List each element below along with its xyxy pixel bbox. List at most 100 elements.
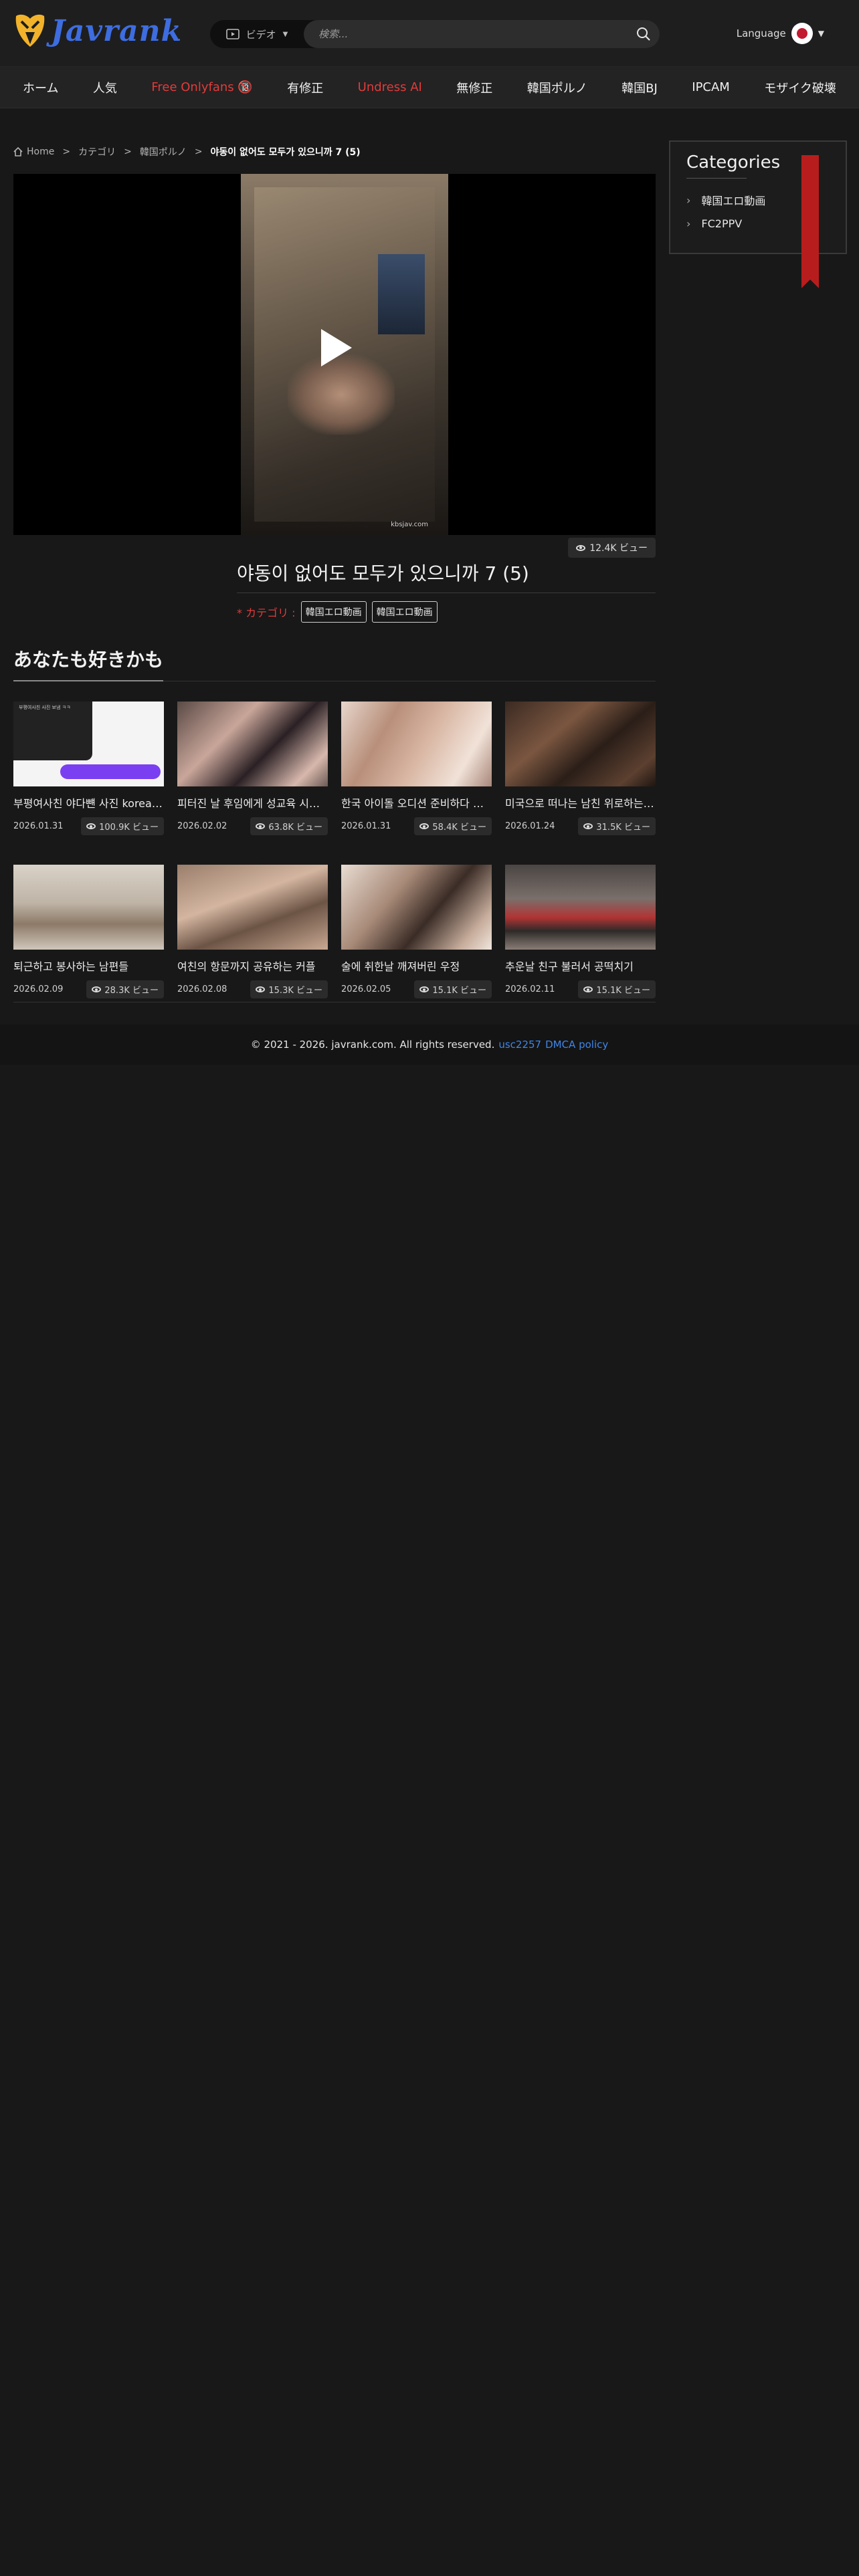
video-card-title[interactable]: 미국으로 떠나는 남친 위로하는 여친 [505,794,656,811]
video-card-views-badge: 100.9K ビュー [81,817,164,835]
home-icon [13,147,23,156]
eye-icon [583,986,593,992]
video-card-title[interactable]: 여친의 항문까지 공유하는 커플 [177,958,328,974]
sidebar-item-label: 韓国エロ動画 [701,195,766,207]
chevron-down-icon: ▼ [282,30,288,38]
video-card[interactable]: 미국으로 떠나는 남친 위로하는 여친 2026.01.24 31.5K ビュー [505,702,656,835]
eye-icon [419,986,430,992]
related-heading: あなたも好きかも [13,645,164,681]
video-card[interactable]: 추운날 친구 불러서 공떡치기 2026.02.11 15.1K ビュー [505,865,656,998]
breadcrumb-home[interactable]: Home [13,146,54,157]
logo-mask-icon [15,14,45,47]
nav-item-censored[interactable]: 有修正 [287,79,323,96]
video-card-date: 2026.02.02 [177,821,227,831]
video-thumbnail[interactable]: 부평여사친 사진 보냄 ㅋㅋ [13,702,164,786]
nav-item-korean-bj[interactable]: 韓国BJ [622,79,658,96]
video-card-views-badge: 15.1K ビュー [578,980,656,998]
video-card-date: 2026.02.09 [13,984,64,994]
video-card-views: 15.1K ビュー [432,986,486,996]
video-meta: 12.4K ビュー [13,538,656,562]
category-tag[interactable]: 韓国エロ動画 [371,601,438,623]
logo-text: Javrank [51,13,183,48]
breadcrumb-category[interactable]: カテゴリ [78,145,116,158]
play-icon[interactable] [321,329,352,366]
eye-icon [86,823,96,829]
video-card-views-badge: 28.3K ビュー [86,980,164,998]
video-card-title[interactable]: 술에 취한날 깨져버린 우정 [341,958,492,974]
eye-icon [256,823,266,829]
video-card-views-badge: 58.4K ビュー [414,817,492,835]
video-icon [225,29,240,39]
video-player[interactable]: kbsjav.com [13,174,656,535]
category-label: * カテゴリ : [237,607,296,619]
search-icon[interactable] [636,26,652,42]
video-title: 야동이 없어도 모두가 있으니까 7 (5) [237,562,529,584]
video-thumbnail[interactable] [505,702,656,786]
video-views: 12.4K ビュー [589,543,648,554]
video-card[interactable]: 술에 취한날 깨져버린 우정 2026.02.05 15.1K ビュー [341,865,492,998]
search-input[interactable] [304,20,660,48]
video-card-date: 2026.01.31 [13,821,64,831]
video-card[interactable]: 여친의 항문까지 공유하는 커플 2026.02.08 15.3K ビュー [177,865,328,998]
nav-item-free-onlyfans[interactable]: Free Onlyfans 🔞 [151,80,252,94]
ribbon-bookmark-icon [801,155,819,288]
video-card-meta: 2026.02.05 15.1K ビュー [341,980,492,998]
breadcrumb-subcategory[interactable]: 韓国ポルノ [140,145,187,158]
main-nav: ホーム 人気 Free Onlyfans 🔞 有修正 Undress AI 無修… [0,67,859,108]
nav-item-popular[interactable]: 人気 [93,79,117,96]
video-card-date: 2026.02.11 [505,984,555,994]
video-thumbnail[interactable] [341,865,492,950]
video-thumbnail[interactable] [177,865,328,950]
search-type-select[interactable]: ビデオ ▼ [210,20,304,48]
thumbnail-caption: 부평여사친 사진 보냄 ㅋㅋ [19,705,71,710]
video-card-meta: 2026.02.02 63.8K ビュー [177,817,328,835]
video-card-views: 31.5K ビュー [596,823,650,833]
video-card-date: 2026.01.24 [505,821,555,831]
video-watermark: kbsjav.com [391,521,428,528]
nav-item-korean-porn[interactable]: 韓国ポルノ [527,79,587,96]
video-thumbnail[interactable] [341,702,492,786]
video-card-views-badge: 15.1K ビュー [414,980,492,998]
video-thumbnail[interactable] [505,865,656,950]
nav-item-undress-ai[interactable]: Undress AI [358,80,422,94]
video-card-title[interactable]: 퇴근하고 봉사하는 남편들 [13,958,164,974]
language-selector[interactable]: Language ▼ [737,23,824,44]
site-footer: © 2021 - 2026. javrank.com. All rights r… [0,1025,859,1065]
video-card[interactable]: 피터진 날 후임에게 성교육 시키는 선배 2026.02.02 63.8K ビ… [177,702,328,835]
site-logo[interactable]: Javrank [13,12,182,49]
video-card[interactable]: 퇴근하고 봉사하는 남편들 2026.02.09 28.3K ビュー [13,865,164,998]
video-card[interactable]: 부평여사친 사진 보냄 ㅋㅋ 부평여사친 야다뺸 사진 korean BJ 20… [13,702,164,835]
video-card-title[interactable]: 피터진 날 후임에게 성교육 시키는 선배 [177,794,328,811]
video-card-meta: 2026.02.11 15.1K ビュー [505,980,656,998]
footer-copyright: © 2021 - 2026. javrank.com. All rights r… [250,1039,495,1051]
search-bar: ビデオ ▼ [210,20,660,48]
search-type-label: ビデオ [246,28,276,41]
eye-icon [256,986,266,992]
footer-link-usc2257[interactable]: usc2257 [498,1039,541,1051]
video-thumbnail[interactable] [177,702,328,786]
video-card-meta: 2026.01.31 58.4K ビュー [341,817,492,835]
breadcrumb-separator: > [194,146,203,157]
eye-icon [583,823,593,829]
nav-item-mosaic-removed[interactable]: モザイク破壊 [764,79,836,96]
footer-link-dmca[interactable]: DMCA policy [545,1039,608,1051]
nav-item-uncensored[interactable]: 無修正 [456,79,492,96]
video-views-badge: 12.4K ビュー [568,538,656,558]
video-card[interactable]: 한국 아이돌 오디션 준비하다 매니저 2026.01.31 58.4K ビュー [341,702,492,835]
breadcrumb: Home > カテゴリ > 韓国ポルノ > 야동이 없어도 모두가 있으니까 7… [13,140,656,163]
nav-item-ipcam[interactable]: IPCAM [692,80,730,94]
video-card-date: 2026.02.05 [341,984,391,994]
site-header: Javrank ビデオ ▼ Language ▼ [0,0,859,67]
video-card-title[interactable]: 추운날 친구 불러서 공떡치기 [505,958,656,974]
video-card-title[interactable]: 한국 아이돌 오디션 준비하다 매니저 [341,794,492,811]
video-thumbnail[interactable] [13,865,164,950]
breadcrumb-separator: > [62,146,71,157]
video-card-date: 2026.02.08 [177,984,227,994]
video-categories: * カテゴリ : 韓国エロ動画 韓国エロ動画 [237,601,656,623]
categories-sidebar: Categories 韓国エロ動画 FC2PPV [669,140,847,288]
category-tag[interactable]: 韓国エロ動画 [300,601,367,623]
video-card-title[interactable]: 부평여사친 야다뺸 사진 korean BJ [13,794,164,811]
nav-item-home[interactable]: ホーム [23,79,58,96]
video-card-views: 58.4K ビュー [432,823,486,833]
video-card-meta: 2026.02.09 28.3K ビュー [13,980,164,998]
